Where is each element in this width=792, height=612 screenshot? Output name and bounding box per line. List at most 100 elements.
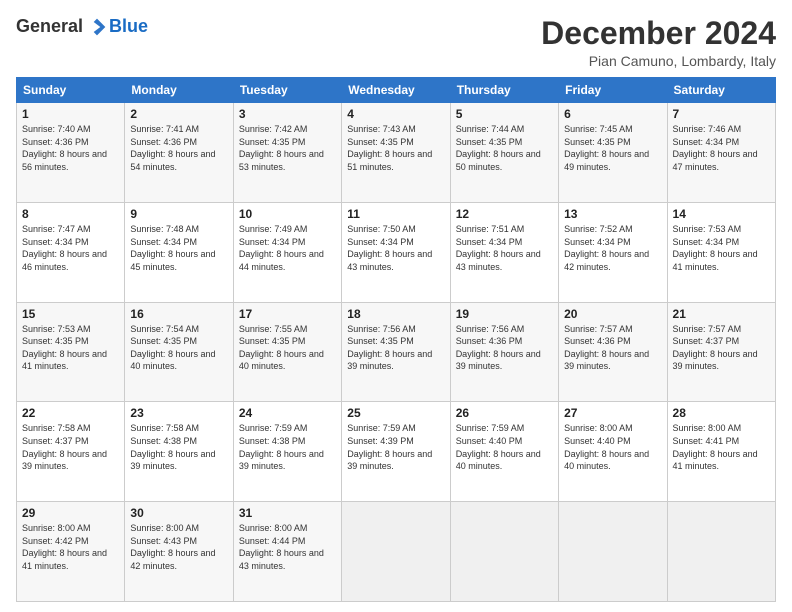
day-number: 17 <box>239 307 336 321</box>
calendar-cell: 11 Sunrise: 7:50 AM Sunset: 4:34 PM Dayl… <box>342 202 450 302</box>
calendar-cell: 2 Sunrise: 7:41 AM Sunset: 4:36 PM Dayli… <box>125 103 233 203</box>
logo: General Blue <box>16 16 148 37</box>
calendar-cell: 9 Sunrise: 7:48 AM Sunset: 4:34 PM Dayli… <box>125 202 233 302</box>
daylight: Daylight: 8 hours and 40 minutes. <box>456 449 541 472</box>
day-info: Sunrise: 7:44 AM Sunset: 4:35 PM Dayligh… <box>456 123 553 173</box>
day-number: 31 <box>239 506 336 520</box>
daylight: Daylight: 8 hours and 46 minutes. <box>22 249 107 272</box>
day-info: Sunrise: 7:59 AM Sunset: 4:39 PM Dayligh… <box>347 422 444 472</box>
calendar-header-thursday: Thursday <box>450 78 558 103</box>
sunrise: Sunrise: 7:58 AM <box>130 423 199 433</box>
logo-area: General Blue <box>16 16 148 37</box>
calendar-cell: 31 Sunrise: 8:00 AM Sunset: 4:44 PM Dayl… <box>233 502 341 602</box>
day-number: 26 <box>456 406 553 420</box>
day-number: 5 <box>456 107 553 121</box>
sunset: Sunset: 4:34 PM <box>564 237 631 247</box>
day-number: 19 <box>456 307 553 321</box>
day-number: 25 <box>347 406 444 420</box>
daylight: Daylight: 8 hours and 39 minutes. <box>22 449 107 472</box>
calendar-header-friday: Friday <box>559 78 667 103</box>
daylight: Daylight: 8 hours and 43 minutes. <box>456 249 541 272</box>
daylight: Daylight: 8 hours and 44 minutes. <box>239 249 324 272</box>
day-info: Sunrise: 7:56 AM Sunset: 4:35 PM Dayligh… <box>347 323 444 373</box>
sunset: Sunset: 4:36 PM <box>456 336 523 346</box>
calendar-cell: 3 Sunrise: 7:42 AM Sunset: 4:35 PM Dayli… <box>233 103 341 203</box>
day-info: Sunrise: 8:00 AM Sunset: 4:44 PM Dayligh… <box>239 522 336 572</box>
sunrise: Sunrise: 7:45 AM <box>564 124 633 134</box>
sunrise: Sunrise: 7:40 AM <box>22 124 91 134</box>
day-info: Sunrise: 7:43 AM Sunset: 4:35 PM Dayligh… <box>347 123 444 173</box>
calendar-week-4: 22 Sunrise: 7:58 AM Sunset: 4:37 PM Dayl… <box>17 402 776 502</box>
location: Pian Camuno, Lombardy, Italy <box>541 53 776 69</box>
daylight: Daylight: 8 hours and 49 minutes. <box>564 149 649 172</box>
month-title: December 2024 <box>541 16 776 51</box>
calendar-cell <box>559 502 667 602</box>
daylight: Daylight: 8 hours and 42 minutes. <box>130 548 215 571</box>
calendar-cell <box>342 502 450 602</box>
sunrise: Sunrise: 7:50 AM <box>347 224 416 234</box>
day-info: Sunrise: 7:59 AM Sunset: 4:40 PM Dayligh… <box>456 422 553 472</box>
calendar-cell: 30 Sunrise: 8:00 AM Sunset: 4:43 PM Dayl… <box>125 502 233 602</box>
day-number: 6 <box>564 107 661 121</box>
day-info: Sunrise: 7:55 AM Sunset: 4:35 PM Dayligh… <box>239 323 336 373</box>
day-info: Sunrise: 7:57 AM Sunset: 4:36 PM Dayligh… <box>564 323 661 373</box>
day-number: 21 <box>673 307 770 321</box>
calendar-cell: 17 Sunrise: 7:55 AM Sunset: 4:35 PM Dayl… <box>233 302 341 402</box>
sunrise: Sunrise: 7:57 AM <box>673 324 742 334</box>
calendar-cell: 27 Sunrise: 8:00 AM Sunset: 4:40 PM Dayl… <box>559 402 667 502</box>
day-number: 16 <box>130 307 227 321</box>
day-number: 3 <box>239 107 336 121</box>
sunset: Sunset: 4:44 PM <box>239 536 306 546</box>
daylight: Daylight: 8 hours and 53 minutes. <box>239 149 324 172</box>
day-info: Sunrise: 7:52 AM Sunset: 4:34 PM Dayligh… <box>564 223 661 273</box>
day-info: Sunrise: 7:51 AM Sunset: 4:34 PM Dayligh… <box>456 223 553 273</box>
daylight: Daylight: 8 hours and 39 minutes. <box>130 449 215 472</box>
day-number: 2 <box>130 107 227 121</box>
calendar-cell: 1 Sunrise: 7:40 AM Sunset: 4:36 PM Dayli… <box>17 103 125 203</box>
day-info: Sunrise: 8:00 AM Sunset: 4:43 PM Dayligh… <box>130 522 227 572</box>
sunset: Sunset: 4:35 PM <box>239 336 306 346</box>
sunset: Sunset: 4:34 PM <box>347 237 414 247</box>
day-info: Sunrise: 7:56 AM Sunset: 4:36 PM Dayligh… <box>456 323 553 373</box>
title-area: December 2024 Pian Camuno, Lombardy, Ita… <box>541 16 776 69</box>
sunrise: Sunrise: 7:52 AM <box>564 224 633 234</box>
day-number: 18 <box>347 307 444 321</box>
sunset: Sunset: 4:36 PM <box>22 137 89 147</box>
sunset: Sunset: 4:38 PM <box>130 436 197 446</box>
day-number: 20 <box>564 307 661 321</box>
daylight: Daylight: 8 hours and 41 minutes. <box>22 548 107 571</box>
calendar-cell: 19 Sunrise: 7:56 AM Sunset: 4:36 PM Dayl… <box>450 302 558 402</box>
calendar-cell <box>667 502 775 602</box>
sunrise: Sunrise: 7:49 AM <box>239 224 308 234</box>
sunrise: Sunrise: 7:59 AM <box>239 423 308 433</box>
calendar-header-saturday: Saturday <box>667 78 775 103</box>
sunset: Sunset: 4:41 PM <box>673 436 740 446</box>
calendar-week-3: 15 Sunrise: 7:53 AM Sunset: 4:35 PM Dayl… <box>17 302 776 402</box>
calendar-week-2: 8 Sunrise: 7:47 AM Sunset: 4:34 PM Dayli… <box>17 202 776 302</box>
calendar-cell: 15 Sunrise: 7:53 AM Sunset: 4:35 PM Dayl… <box>17 302 125 402</box>
day-info: Sunrise: 7:57 AM Sunset: 4:37 PM Dayligh… <box>673 323 770 373</box>
day-info: Sunrise: 7:53 AM Sunset: 4:34 PM Dayligh… <box>673 223 770 273</box>
sunrise: Sunrise: 7:58 AM <box>22 423 91 433</box>
day-number: 13 <box>564 207 661 221</box>
day-info: Sunrise: 7:45 AM Sunset: 4:35 PM Dayligh… <box>564 123 661 173</box>
calendar-cell: 12 Sunrise: 7:51 AM Sunset: 4:34 PM Dayl… <box>450 202 558 302</box>
day-number: 29 <box>22 506 119 520</box>
calendar-cell: 4 Sunrise: 7:43 AM Sunset: 4:35 PM Dayli… <box>342 103 450 203</box>
day-info: Sunrise: 7:48 AM Sunset: 4:34 PM Dayligh… <box>130 223 227 273</box>
daylight: Daylight: 8 hours and 40 minutes. <box>130 349 215 372</box>
calendar-cell: 29 Sunrise: 8:00 AM Sunset: 4:42 PM Dayl… <box>17 502 125 602</box>
calendar-cell: 18 Sunrise: 7:56 AM Sunset: 4:35 PM Dayl… <box>342 302 450 402</box>
sunset: Sunset: 4:35 PM <box>22 336 89 346</box>
sunrise: Sunrise: 7:59 AM <box>456 423 525 433</box>
daylight: Daylight: 8 hours and 56 minutes. <box>22 149 107 172</box>
sunrise: Sunrise: 8:00 AM <box>239 523 308 533</box>
day-number: 7 <box>673 107 770 121</box>
calendar-cell: 23 Sunrise: 7:58 AM Sunset: 4:38 PM Dayl… <box>125 402 233 502</box>
calendar-cell: 8 Sunrise: 7:47 AM Sunset: 4:34 PM Dayli… <box>17 202 125 302</box>
calendar-cell: 10 Sunrise: 7:49 AM Sunset: 4:34 PM Dayl… <box>233 202 341 302</box>
sunset: Sunset: 4:43 PM <box>130 536 197 546</box>
calendar-cell: 25 Sunrise: 7:59 AM Sunset: 4:39 PM Dayl… <box>342 402 450 502</box>
sunset: Sunset: 4:38 PM <box>239 436 306 446</box>
sunrise: Sunrise: 8:00 AM <box>673 423 742 433</box>
